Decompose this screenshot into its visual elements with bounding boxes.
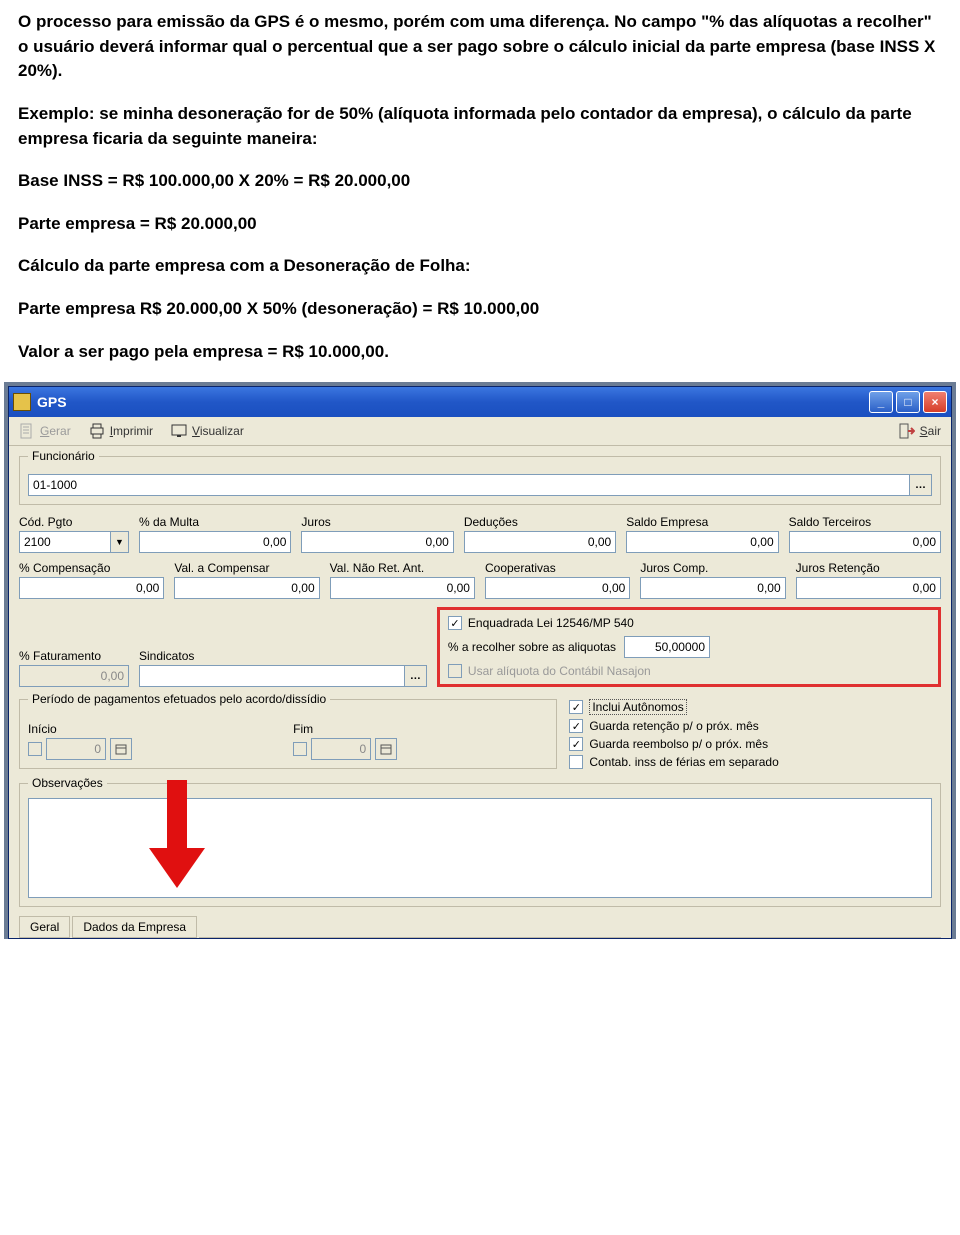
val-nao-ret-label: Val. Não Ret. Ant. bbox=[330, 561, 475, 575]
enquadrada-checkbox[interactable]: ✓ bbox=[448, 616, 462, 630]
funcionario-input[interactable]: 01-1000 bbox=[28, 474, 910, 496]
juros-comp-label: Juros Comp. bbox=[640, 561, 785, 575]
maximize-button[interactable]: □ bbox=[896, 391, 920, 413]
cod-pgto-label: Cód. Pgto bbox=[19, 515, 129, 529]
contab-inss-label: Contab. inss de férias em separado bbox=[589, 755, 778, 769]
deducoes-input[interactable]: 0,00 bbox=[464, 531, 616, 553]
observacoes-textarea[interactable] bbox=[28, 798, 932, 898]
multa-input[interactable]: 0,00 bbox=[139, 531, 291, 553]
paragraph-4: Parte empresa = R$ 20.000,00 bbox=[18, 212, 942, 237]
visualizar-button[interactable]: Visualizar bbox=[171, 423, 244, 439]
gps-window: GPS _ □ × Gerar Imprimir Visualizar Sair… bbox=[8, 386, 952, 939]
faturamento-label: % Faturamento bbox=[19, 649, 129, 663]
saldo-terceiros-input[interactable]: 0,00 bbox=[789, 531, 941, 553]
inicio-date-button[interactable] bbox=[110, 738, 132, 760]
juros-retencao-input[interactable]: 0,00 bbox=[796, 577, 941, 599]
recolher-input[interactable]: 50,00000 bbox=[624, 636, 710, 658]
guarda-retencao-checkbox[interactable]: ✓ bbox=[569, 719, 583, 733]
document-body: O processo para emissão da GPS é o mesmo… bbox=[0, 0, 960, 364]
multa-label: % da Multa bbox=[139, 515, 291, 529]
fim-checkbox bbox=[293, 742, 307, 756]
highlight-box: ✓ Enquadrada Lei 12546/MP 540 % a recolh… bbox=[437, 607, 941, 687]
inclui-autonomos-label: Inclui Autônomos bbox=[589, 699, 686, 715]
juros-input[interactable]: 0,00 bbox=[301, 531, 453, 553]
toolbar: Gerar Imprimir Visualizar Sair bbox=[9, 417, 951, 446]
saldo-terceiros-label: Saldo Terceiros bbox=[789, 515, 941, 529]
saldo-empresa-input[interactable]: 0,00 bbox=[626, 531, 778, 553]
inicio-checkbox bbox=[28, 742, 42, 756]
inicio-input: 0 bbox=[46, 738, 106, 760]
titlebar[interactable]: GPS _ □ × bbox=[9, 387, 951, 417]
tab-geral[interactable]: Geral bbox=[19, 916, 70, 938]
usar-contabil-checkbox bbox=[448, 664, 462, 678]
print-icon bbox=[89, 423, 105, 439]
juros-retencao-label: Juros Retenção bbox=[796, 561, 941, 575]
gerar-button: Gerar bbox=[19, 423, 71, 439]
deducoes-label: Deduções bbox=[464, 515, 616, 529]
tabbar: Geral Dados da Empresa bbox=[9, 916, 951, 938]
funcionario-group-label: Funcionário bbox=[28, 449, 99, 463]
paragraph-5: Cálculo da parte empresa com a Desoneraç… bbox=[18, 254, 942, 279]
close-button[interactable]: × bbox=[923, 391, 947, 413]
juros-comp-input[interactable]: 0,00 bbox=[640, 577, 785, 599]
window-title: GPS bbox=[37, 394, 869, 410]
app-icon bbox=[13, 393, 31, 411]
periodo-group: Período de pagamentos efetuados pelo aco… bbox=[19, 699, 557, 769]
cod-pgto-input[interactable]: 2100 bbox=[19, 531, 111, 553]
fim-date-button[interactable] bbox=[375, 738, 397, 760]
compensacao-label: % Compensação bbox=[19, 561, 164, 575]
sindicatos-label: Sindicatos bbox=[139, 649, 427, 663]
observacoes-group: Observações bbox=[19, 783, 941, 907]
observacoes-group-label: Observações bbox=[28, 776, 107, 790]
val-compensar-label: Val. a Compensar bbox=[174, 561, 319, 575]
paragraph-6: Parte empresa R$ 20.000,00 X 50% (desone… bbox=[18, 297, 942, 322]
cooperativas-label: Cooperativas bbox=[485, 561, 630, 575]
document-icon bbox=[19, 423, 35, 439]
cooperativas-input[interactable]: 0,00 bbox=[485, 577, 630, 599]
paragraph-1: O processo para emissão da GPS é o mesmo… bbox=[18, 10, 942, 84]
cod-pgto-dropdown[interactable]: ▼ bbox=[111, 531, 129, 553]
funcionario-browse-button[interactable]: … bbox=[910, 474, 932, 496]
inicio-label: Início bbox=[28, 722, 283, 736]
juros-label: Juros bbox=[301, 515, 453, 529]
paragraph-7: Valor a ser pago pela empresa = R$ 10.00… bbox=[18, 340, 942, 365]
fim-label: Fim bbox=[293, 722, 548, 736]
funcionario-group: Funcionário 01-1000 … bbox=[19, 456, 941, 505]
monitor-icon bbox=[171, 423, 187, 439]
compensacao-input[interactable]: 0,00 bbox=[19, 577, 164, 599]
paragraph-2: Exemplo: se minha desoneração for de 50%… bbox=[18, 102, 942, 151]
fim-input: 0 bbox=[311, 738, 371, 760]
val-nao-ret-input[interactable]: 0,00 bbox=[330, 577, 475, 599]
periodo-group-label: Período de pagamentos efetuados pelo aco… bbox=[28, 692, 330, 706]
sair-button[interactable]: Sair bbox=[899, 423, 941, 439]
contab-inss-checkbox[interactable] bbox=[569, 755, 583, 769]
tab-dados-empresa[interactable]: Dados da Empresa bbox=[72, 916, 197, 938]
usar-contabil-label: Usar alíquota do Contábil Nasajon bbox=[468, 664, 651, 678]
sindicatos-input[interactable] bbox=[139, 665, 405, 687]
calendar-icon bbox=[115, 743, 127, 755]
guarda-retencao-label: Guarda retenção p/ o próx. mês bbox=[589, 719, 758, 733]
imprimir-button[interactable]: Imprimir bbox=[89, 423, 153, 439]
guarda-reembolso-label: Guarda reembolso p/ o próx. mês bbox=[589, 737, 768, 751]
guarda-reembolso-checkbox[interactable]: ✓ bbox=[569, 737, 583, 751]
calendar-icon bbox=[380, 743, 392, 755]
inclui-autonomos-checkbox[interactable]: ✓ bbox=[569, 700, 583, 714]
val-compensar-input[interactable]: 0,00 bbox=[174, 577, 319, 599]
recolher-label: % a recolher sobre as aliquotas bbox=[448, 640, 616, 654]
enquadrada-label: Enquadrada Lei 12546/MP 540 bbox=[468, 616, 634, 630]
faturamento-input: 0,00 bbox=[19, 665, 129, 687]
sindicatos-browse-button[interactable]: … bbox=[405, 665, 427, 687]
saldo-empresa-label: Saldo Empresa bbox=[626, 515, 778, 529]
exit-icon bbox=[899, 423, 915, 439]
paragraph-3: Base INSS = R$ 100.000,00 X 20% = R$ 20.… bbox=[18, 169, 942, 194]
minimize-button[interactable]: _ bbox=[869, 391, 893, 413]
